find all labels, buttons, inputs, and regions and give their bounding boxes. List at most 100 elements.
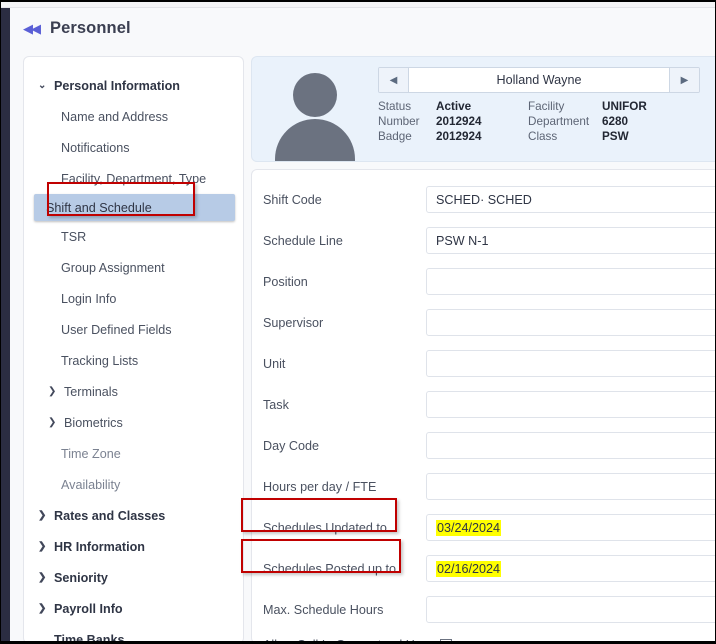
- sidebar-item-personal-information[interactable]: ⌄ Personal Information: [24, 70, 243, 101]
- chevron-right-icon: ❯: [48, 386, 57, 397]
- chevron-right-icon: ❯: [38, 603, 47, 614]
- meta-key-badge: Badge: [378, 130, 412, 143]
- meta-value-status: Active: [436, 100, 472, 113]
- sidebar-item-label: HR Information: [54, 539, 145, 554]
- employee-meta-grid: Status Active Facility UNIFOR Number 201…: [378, 100, 715, 143]
- sidebar-item-shift-and-schedule[interactable]: Shift and Schedule: [34, 194, 235, 221]
- sidebar-item-label: Personal Information: [54, 78, 180, 93]
- sidebar-item-label: Availability: [61, 477, 121, 492]
- chevron-right-icon: ❯: [48, 417, 57, 428]
- field-value-schedule-line: PSW N-1: [436, 233, 489, 248]
- sidebar-item-label: Seniority: [54, 570, 108, 585]
- field-row-schedule-line: Schedule Line PSW N-1: [252, 220, 715, 261]
- field-label-task: Task: [263, 397, 289, 412]
- next-employee-icon[interactable]: ▶: [669, 68, 699, 92]
- field-input-task[interactable]: [426, 391, 715, 418]
- field-row-allow-call-in-guaranteed-hours: Allow Call In Guaranteed Hours: [252, 630, 715, 641]
- field-label-position: Position: [263, 274, 308, 289]
- field-input-schedules-posted-up-to[interactable]: 02/16/2024: [426, 555, 715, 582]
- field-input-shift-code[interactable]: SCHED· SCHED: [426, 186, 715, 213]
- sidebar-item-label: Rates and Classes: [54, 508, 166, 523]
- sidebar-item-user-defined-fields[interactable]: User Defined Fields: [24, 314, 243, 345]
- sidebar-item-time-banks[interactable]: Time Banks: [24, 624, 243, 644]
- sidebar-item-seniority[interactable]: ❯ Seniority: [24, 562, 243, 593]
- page-surface: ◀◀ Personnel ⌄ Personal Information Name…: [10, 8, 715, 644]
- field-row-day-code: Day Code: [252, 425, 715, 466]
- meta-key-facility: Facility: [528, 100, 565, 113]
- field-label-hours-per-day-fte: Hours per day / FTE: [263, 479, 377, 494]
- sidebar-item-login-info[interactable]: Login Info: [24, 283, 243, 314]
- sidebar-nav: ⌄ Personal Information Name and Address …: [23, 56, 244, 644]
- sidebar-item-rates-and-classes[interactable]: ❯ Rates and Classes: [24, 500, 243, 531]
- sidebar-item-notifications[interactable]: Notifications: [24, 132, 243, 163]
- meta-value-department: 6280: [602, 115, 629, 128]
- sidebar-item-label: Terminals: [64, 384, 118, 399]
- page-header: ◀◀ Personnel: [10, 8, 715, 49]
- meta-key-class: Class: [528, 130, 558, 143]
- sidebar-item-group-assignment[interactable]: Group Assignment: [24, 252, 243, 283]
- avatar-body: [275, 119, 355, 161]
- checkbox-allow-call-in-guaranteed-hours[interactable]: [440, 639, 453, 641]
- field-row-schedules-posted-up-to: Schedules Posted up to 02/16/2024: [252, 548, 715, 589]
- field-label-schedules-updated-to: Schedules Updated to: [263, 520, 387, 535]
- field-value-schedules-posted-up-to: 02/16/2024: [436, 560, 502, 577]
- chevron-right-icon: ❯: [38, 572, 47, 583]
- field-row-schedules-updated-to: Schedules Updated to 03/24/2024: [252, 507, 715, 548]
- field-input-position[interactable]: [426, 268, 715, 295]
- sidebar-item-tsr[interactable]: TSR: [24, 221, 243, 252]
- field-row-task: Task: [252, 384, 715, 425]
- sidebar-item-label: Notifications: [61, 140, 130, 155]
- meta-key-status: Status: [378, 100, 412, 113]
- sidebar-item-label: Tracking Lists: [61, 353, 139, 368]
- sidebar-item-label: Time Zone: [61, 446, 121, 461]
- field-label-supervisor: Supervisor: [263, 315, 324, 330]
- field-input-schedule-line[interactable]: PSW N-1: [426, 227, 715, 254]
- field-row-supervisor: Supervisor: [252, 302, 715, 343]
- collapse-sidebar-icon[interactable]: ◀◀: [18, 16, 44, 42]
- sidebar-item-label: Login Info: [61, 291, 117, 306]
- field-label-shift-code: Shift Code: [263, 192, 322, 207]
- sidebar-item-label: Time Banks: [54, 632, 125, 644]
- meta-value-class: PSW: [602, 130, 629, 143]
- sidebar-item-label: Facility, Department, Type: [61, 171, 207, 186]
- sidebar-item-hr-information[interactable]: ❯ HR Information: [24, 531, 243, 562]
- avatar-head: [293, 73, 337, 117]
- sidebar-item-label: TSR: [61, 229, 87, 244]
- sidebar-item-payroll-info[interactable]: ❯ Payroll Info: [24, 593, 243, 624]
- sidebar-item-label: Shift and Schedule: [46, 200, 152, 215]
- previous-employee-icon[interactable]: ◀: [379, 68, 409, 92]
- field-row-position: Position: [252, 261, 715, 302]
- chevron-right-icon: ❯: [38, 541, 47, 552]
- field-input-supervisor[interactable]: [426, 309, 715, 336]
- app-screenshot: ◀◀ Personnel ⌄ Personal Information Name…: [0, 0, 716, 644]
- sidebar-item-tracking-lists[interactable]: Tracking Lists: [24, 345, 243, 376]
- field-label-unit: Unit: [263, 356, 286, 371]
- page-title: Personnel: [50, 19, 131, 37]
- sidebar-item-terminals[interactable]: ❯ Terminals: [24, 376, 243, 407]
- field-value-shift-code: SCHED· SCHED: [436, 192, 532, 207]
- employee-name-selector[interactable]: ◀ Holland Wayne ▶: [378, 67, 700, 93]
- field-input-day-code[interactable]: [426, 432, 715, 459]
- sidebar-item-biometrics[interactable]: ❯ Biometrics: [24, 407, 243, 438]
- meta-value-number: 2012924: [436, 115, 482, 128]
- field-row-hours-per-day-fte: Hours per day / FTE: [252, 466, 715, 507]
- field-row-shift-code: Shift Code SCHED· SCHED: [252, 179, 715, 220]
- meta-value-facility: UNIFOR: [602, 100, 647, 113]
- sidebar-item-label: Name and Address: [61, 109, 169, 124]
- sidebar-item-facility-department-type[interactable]: Facility, Department, Type: [24, 163, 243, 194]
- sidebar-item-name-and-address[interactable]: Name and Address: [24, 101, 243, 132]
- field-input-schedules-updated-to[interactable]: 03/24/2024: [426, 514, 715, 541]
- sidebar-item-label: Biometrics: [64, 415, 123, 430]
- sidebar-item-availability[interactable]: Availability: [24, 469, 243, 500]
- field-label-day-code: Day Code: [263, 438, 320, 453]
- checkbox-label-allow-call-in-guaranteed-hours: Allow Call In Guaranteed Hours: [263, 638, 439, 641]
- field-value-schedules-updated-to: 03/24/2024: [436, 519, 502, 536]
- meta-key-number: Number: [378, 115, 420, 128]
- sidebar-item-time-zone[interactable]: Time Zone: [24, 438, 243, 469]
- field-input-hours-per-day-fte[interactable]: [426, 473, 715, 500]
- field-input-unit[interactable]: [426, 350, 715, 377]
- chevron-right-icon: ❯: [38, 510, 47, 521]
- employee-name-value[interactable]: Holland Wayne: [409, 68, 669, 92]
- sidebar-item-label: Payroll Info: [54, 601, 123, 616]
- field-input-max-schedule-hours[interactable]: [426, 596, 715, 623]
